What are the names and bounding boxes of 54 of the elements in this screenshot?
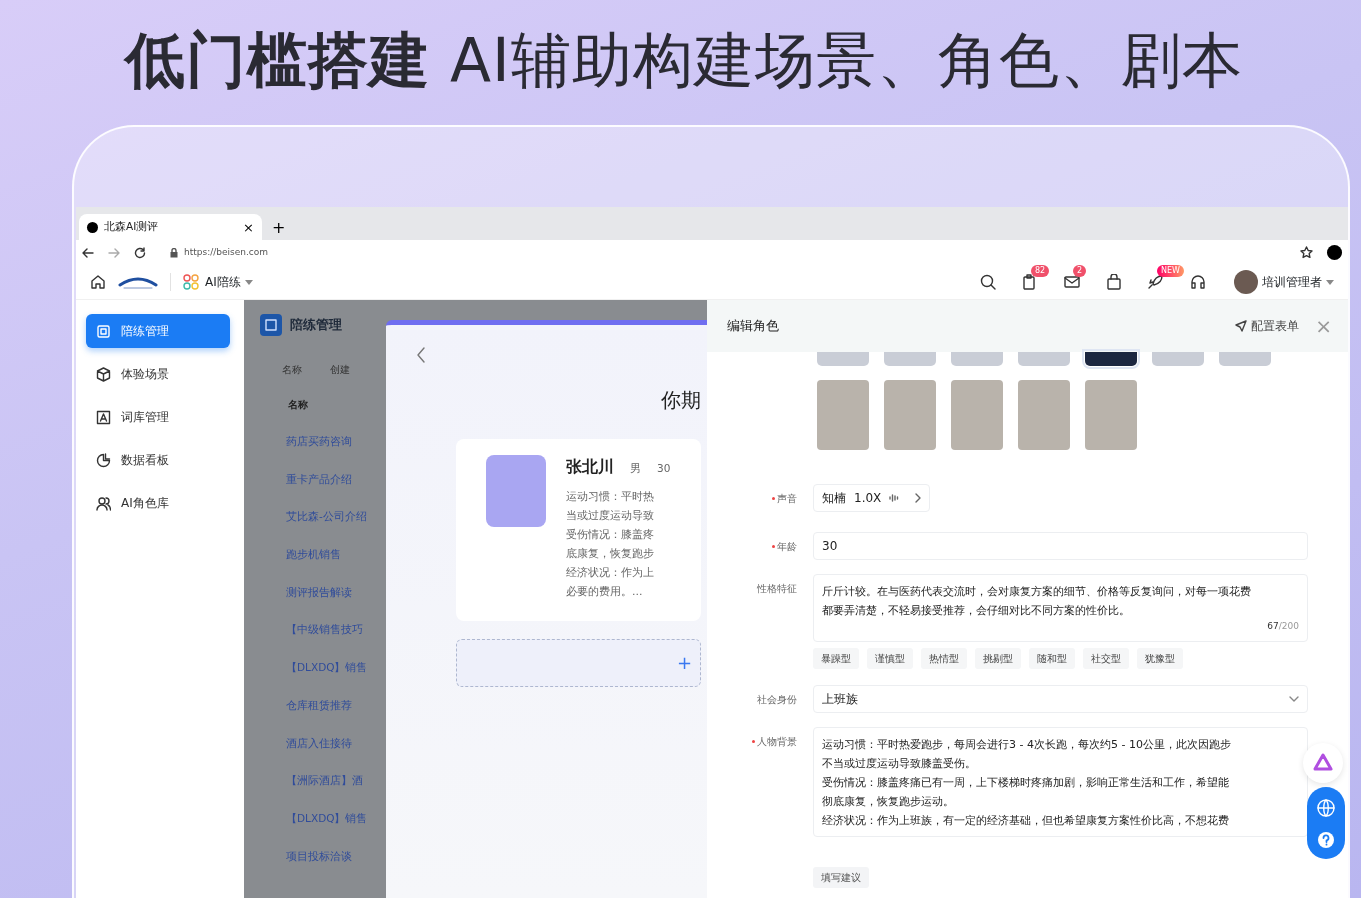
- tag-chip[interactable]: 犹豫型: [1137, 647, 1183, 669]
- description-line: 经济状况：作为上: [566, 565, 655, 581]
- tag-chip[interactable]: 谨慎型: [867, 647, 913, 669]
- field-label: 年龄: [777, 540, 797, 554]
- sidebar-item[interactable]: 体验场景: [86, 357, 230, 391]
- config-form-button[interactable]: 配置表单: [1235, 317, 1300, 335]
- user-menu[interactable]: 培训管理者: [1234, 270, 1334, 294]
- notification-badge: 82: [1031, 265, 1050, 277]
- column-header: 名称: [287, 398, 309, 412]
- tag-chip[interactable]: 暴躁型: [813, 647, 859, 669]
- field-label: 声音: [777, 492, 797, 506]
- filter-label[interactable]: 创建: [330, 362, 350, 377]
- text-input[interactable]: 30: [813, 532, 1308, 560]
- notification-badge: 2: [1073, 265, 1087, 277]
- select-field[interactable]: 上班族: [813, 684, 1308, 713]
- description-line: 运动习惯：平时热: [566, 489, 655, 505]
- voice-selector[interactable]: 知楠 1.0X: [813, 484, 930, 512]
- field-label: 性格特征: [757, 582, 797, 596]
- textarea-text: 斤斤计较。在与医药代表交流时，会对康复方案的细节、价格等反复询问，对每一项花费 都要弄清楚，不轻易接受推荐，会仔细对比不同方案的性价比。: [822, 584, 1251, 619]
- sidebar-item[interactable]: 陪练管理: [86, 314, 230, 348]
- field-label: 社会身份: [757, 692, 797, 707]
- new-tab-button[interactable]: +: [262, 220, 296, 236]
- text-area[interactable]: 斤斤计较。在与医药代表交流时，会对康复方案的细节、价格等反复询问，对每一项花费 都要弄清楚，不轻易接受推荐，会仔细对比不同方案的性价比。 67/200: [813, 574, 1308, 642]
- close-tab-button[interactable]: ×: [243, 220, 254, 234]
- tag-chip[interactable]: 社交型: [1083, 647, 1129, 669]
- age-text: 30: [657, 461, 671, 476]
- sidebar-item[interactable]: 词库管理: [86, 400, 230, 434]
- tag-chip[interactable]: 随和型: [1029, 647, 1075, 669]
- headline: 低门槛搭建 AI辅助构建场景、角色、剧本: [122, 24, 1244, 97]
- section-title: 陪练管理: [290, 316, 342, 335]
- browser-tab[interactable]: 北森AI测评 ×: [79, 214, 262, 240]
- add-button[interactable]: +: [676, 654, 692, 672]
- question-heading: 你期: [660, 387, 701, 414]
- field-label: 人物背景: [757, 734, 797, 749]
- description-line: 受伤情况：膝盖疼: [566, 527, 655, 543]
- filter-label[interactable]: 名称: [282, 362, 302, 377]
- suggestion-button[interactable]: 填写建议: [813, 866, 869, 888]
- tab-title: 北森AI测评: [104, 219, 159, 235]
- drawer-title: 编辑角色: [727, 317, 779, 336]
- tag-chip[interactable]: 挑剔型: [975, 647, 1021, 669]
- description-line: 底康复，恢复跑步: [566, 546, 655, 562]
- description-line: 当或过度运动导致: [566, 508, 655, 524]
- tag-chip[interactable]: 热情型: [921, 647, 967, 669]
- sidebar-item[interactable]: AI角色库: [86, 486, 230, 520]
- textarea-text: 运动习惯：平时热爱跑步，每周会进行3 - 4次长跑，每次约5 - 10公里，此次因跑步 不当或过度运动导致膝盖受伤。 受伤情况：膝盖疼痛已有一周，上下楼梯时疼痛加剧，影响正常生活和工作，希望能 彻底康复，恢复跑步运动。 经济状况：作为上班族，有一定的经济基础，但也希望康复方案性价比高，不想花费: [822, 736, 1231, 829]
- sidebar-item[interactable]: 数据看板: [86, 443, 230, 477]
- gender-text: 男: [630, 461, 641, 476]
- character-count: 67/200: [1267, 621, 1299, 631]
- description-line: 必要的费用。...: [566, 584, 644, 600]
- role-name: 张北川: [566, 456, 614, 478]
- module-dropdown[interactable]: AI陪练: [205, 273, 253, 291]
- text-area[interactable]: 运动习惯：平时热爱跑步，每周会进行3 - 4次长跑，每次约5 - 10公里，此次因跑步 不当或过度运动导致膝盖受伤。 受伤情况：膝盖疼痛已有一周，上下楼梯时疼痛加剧，影响正常生活和工作，希望能 彻底康复，恢复跑步运动。 经济状况：作为上班族，有一定的经济基础，但也希望康复方案性价比高，不想花费: [813, 726, 1308, 837]
- url-text[interactable]: https://beisen.com: [184, 245, 269, 260]
- notification-badge: NEW: [1157, 265, 1184, 277]
